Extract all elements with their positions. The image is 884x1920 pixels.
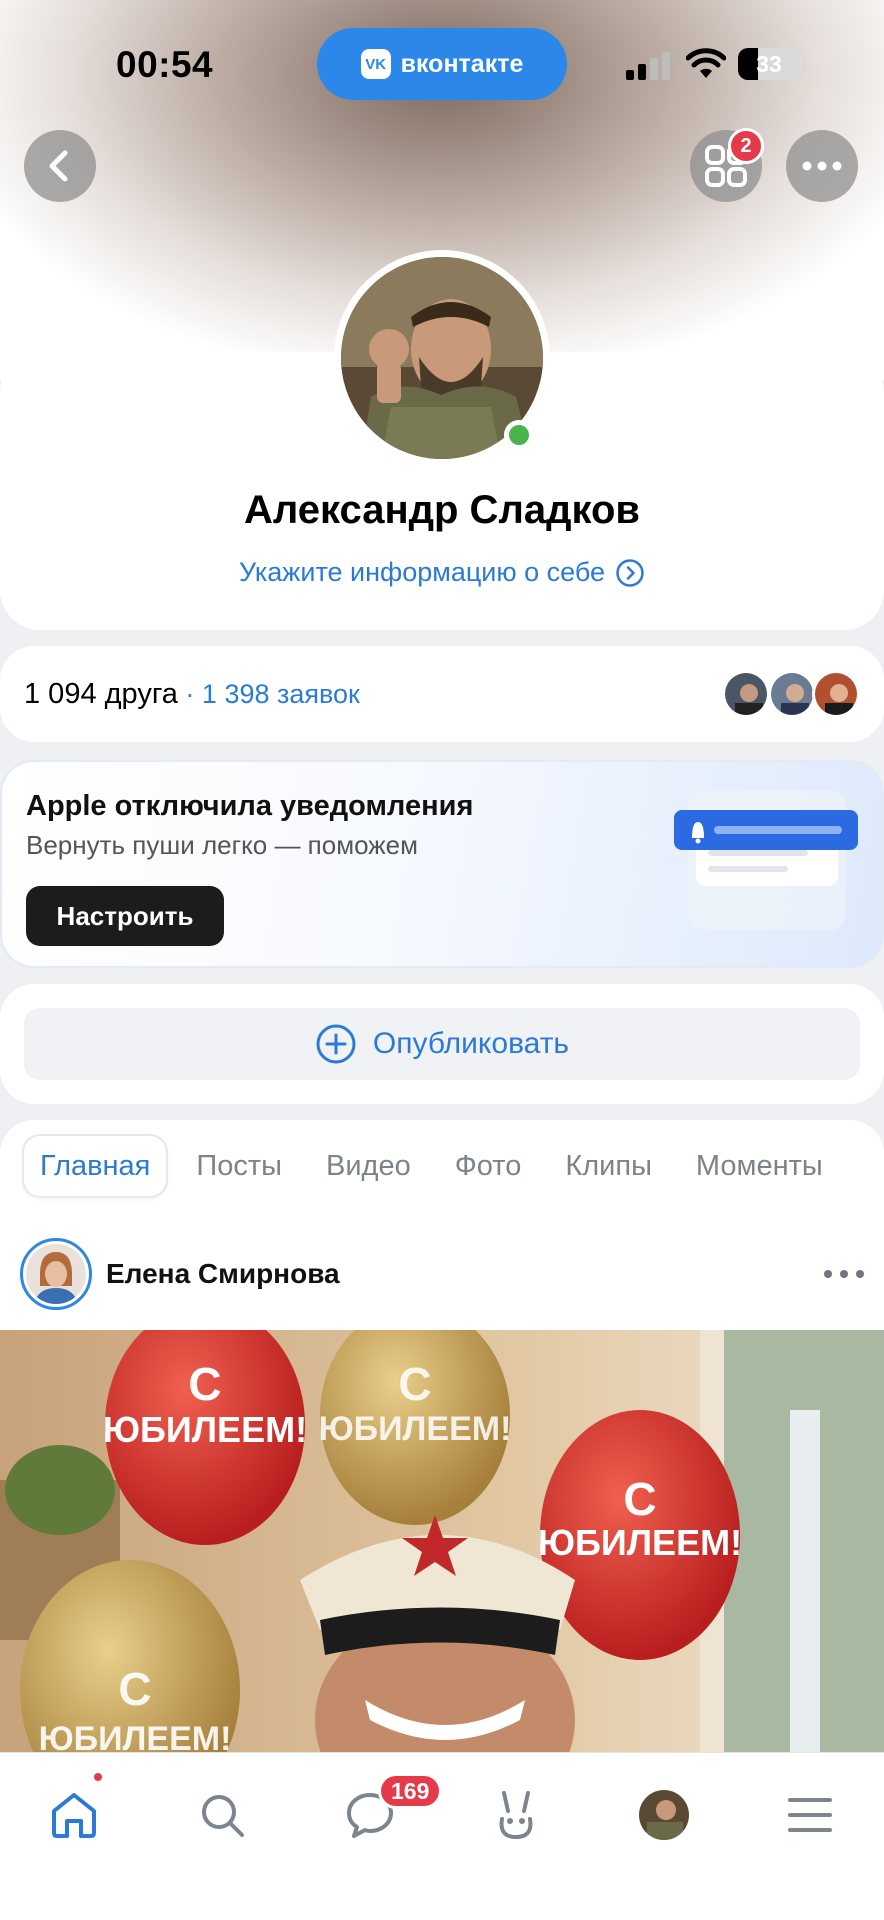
- profile-tabs: Главная Посты Видео Фото Клипы Моменты: [24, 1136, 845, 1196]
- balloon-text: ЮБИЛЕЕМ!: [319, 1410, 512, 1448]
- menu-icon: [788, 1798, 832, 1832]
- tab-moments[interactable]: Моменты: [674, 1136, 845, 1196]
- friends-summary: 1 094 друга · 1 398 заявок: [24, 678, 360, 711]
- balloon-text: С: [188, 1358, 221, 1410]
- friends-separator: ·: [177, 679, 202, 709]
- status-time: 00:54: [116, 44, 214, 85]
- nav-menu[interactable]: [770, 1775, 850, 1855]
- nav-search[interactable]: [182, 1775, 262, 1855]
- messages-badge: 169: [378, 1773, 443, 1809]
- post-image[interactable]: С ЮБИЛЕЕМ! С ЮБИЛЕЕМ! С ЮБИЛЕЕМ! С ЮБИЛЕ…: [0, 1330, 884, 1760]
- services-badge: 2: [728, 128, 764, 164]
- balloon-text: С: [118, 1663, 151, 1715]
- cellular-signal-icon: [626, 52, 672, 80]
- friend-requests-link[interactable]: 1 398 заявок: [202, 679, 360, 709]
- profile-info-link[interactable]: Укажите информацию о себе: [0, 557, 884, 588]
- back-button[interactable]: [24, 130, 96, 202]
- app-pill[interactable]: VK вконтакте: [317, 28, 567, 100]
- post-author-name[interactable]: Елена Смирнова: [106, 1258, 340, 1290]
- bottom-navigation: 169: [0, 1752, 884, 1920]
- friend-avatar: [812, 670, 860, 718]
- publish-button[interactable]: Опубликовать: [24, 1008, 860, 1080]
- balloon-text: С: [623, 1473, 656, 1525]
- home-icon: [52, 1793, 96, 1838]
- balloon-text: ЮБИЛЕЕМ!: [538, 1522, 742, 1563]
- plus-circle-icon: [316, 1024, 356, 1064]
- search-icon: [202, 1795, 244, 1837]
- friend-avatar: [768, 670, 816, 718]
- vk-logo-icon: VK: [360, 49, 391, 79]
- nav-home[interactable]: [34, 1775, 114, 1855]
- friends-count: 1 094 друга: [24, 678, 178, 710]
- post-author-avatar[interactable]: [20, 1238, 92, 1310]
- chevron-right-circle-icon: [616, 558, 644, 587]
- online-status-indicator: [504, 420, 534, 450]
- status-bar: 00:54 VK вконтакте 33: [0, 0, 884, 120]
- post-header: Елена Смирнова: [20, 1238, 864, 1310]
- chevron-left-icon: [49, 150, 68, 182]
- profile-info-label: Укажите информацию о себе: [238, 557, 606, 587]
- tab-posts[interactable]: Посты: [174, 1136, 304, 1196]
- profile-name: Александр Сладков: [243, 488, 641, 532]
- tab-video[interactable]: Видео: [304, 1136, 433, 1196]
- battery-icon: 33: [738, 48, 800, 80]
- more-button[interactable]: [786, 130, 858, 202]
- publish-label: Опубликовать: [372, 1027, 570, 1060]
- push-notifications-banner: Apple отключила уведомления Вернуть пуши…: [0, 760, 884, 968]
- balloon-text: С: [398, 1358, 431, 1410]
- tab-main[interactable]: Главная: [24, 1136, 167, 1196]
- profile-avatar-small: [639, 1790, 689, 1840]
- notification-illustration: [674, 790, 858, 930]
- tab-clips[interactable]: Клипы: [543, 1136, 674, 1196]
- friend-avatar: [722, 670, 770, 718]
- nav-clips[interactable]: [476, 1775, 556, 1855]
- friends-card[interactable]: 1 094 друга · 1 398 заявок: [0, 646, 884, 742]
- home-notification-dot: [92, 1771, 104, 1783]
- battery-tip: [802, 58, 806, 70]
- banner-subtitle: Вернуть пуши легко — поможем: [26, 830, 418, 860]
- balloon-text: ЮБИЛЕЕМ!: [103, 1409, 307, 1450]
- configure-button[interactable]: Настроить: [26, 886, 224, 946]
- post-more-icon[interactable]: [824, 1256, 864, 1292]
- battery-level: 33: [756, 51, 782, 77]
- nav-profile[interactable]: [624, 1775, 704, 1855]
- more-horizontal-icon: [802, 161, 842, 171]
- clips-icon: [499, 1791, 533, 1840]
- tab-photo[interactable]: Фото: [433, 1136, 544, 1196]
- app-pill-label: вконтакте: [400, 49, 524, 78]
- publish-card: Опубликовать: [0, 984, 884, 1104]
- banner-title: Apple отключила уведомления: [26, 790, 474, 822]
- wifi-icon: [686, 48, 726, 78]
